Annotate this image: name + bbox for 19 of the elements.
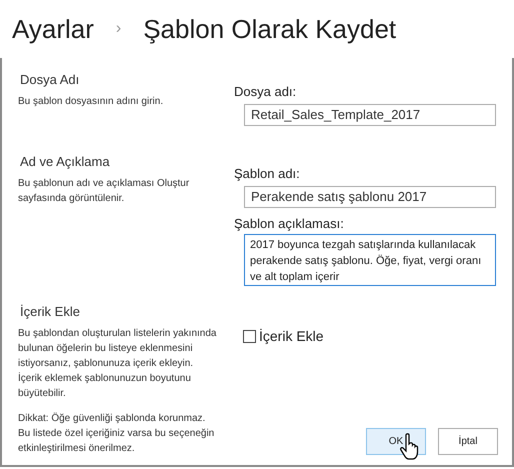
section-title: Ad ve Açıklama (19, 153, 111, 171)
input-field[interactable]: Perakende satış şablonu 2017 (244, 186, 496, 208)
breadcrumb-link[interactable]: Ayarlar (12, 10, 94, 48)
input-field[interactable]: Retail_Sales_Template_2017 (244, 104, 496, 126)
section-description: Dikkat: Öğe güvenliği şablonda korunmaz. Bu listede özel içeriğiniz varsa bu seçeneğin etkinleştirilmesi önerilmez. (18, 412, 216, 456)
section-description: Bu şablondan oluşturulan listelerin yakınında bulunan öğelerin bu listeye eklenmesini istiyorsanız, şablonunuza içerik ekleyin. İçerik eklemek şablonunuzun boyutunu büyütebilir. (18, 326, 218, 400)
field-label: Şablon açıklaması: (234, 214, 345, 233)
breadcrumb-separator: › (116, 19, 122, 39)
section-description: Bu şablon dosyasının adını girin. (18, 94, 164, 108)
field-label: Şablon adı: (234, 165, 301, 183)
checkbox-label: İçerik Ekle (259, 327, 324, 346)
checkbox[interactable] (243, 330, 256, 343)
section-title: İçerik Ekle (19, 303, 81, 321)
section-description: Bu şablonun adı ve açıklaması Oluştur sayfasında görüntülenir. (18, 176, 190, 206)
page-title: Şablon Olarak Kaydet (143, 12, 396, 46)
section-title: Dosya Adı (19, 71, 80, 89)
description-field[interactable]: 2017 boyunca tezgah satışlarında kullanılacak perakende satış şablonu. Öğe, fiyat, vergi oranı ve alt toplam içerir (244, 234, 496, 286)
field-label: Dosya adı: (234, 83, 298, 101)
dialog-button[interactable]: İptal (438, 428, 498, 455)
